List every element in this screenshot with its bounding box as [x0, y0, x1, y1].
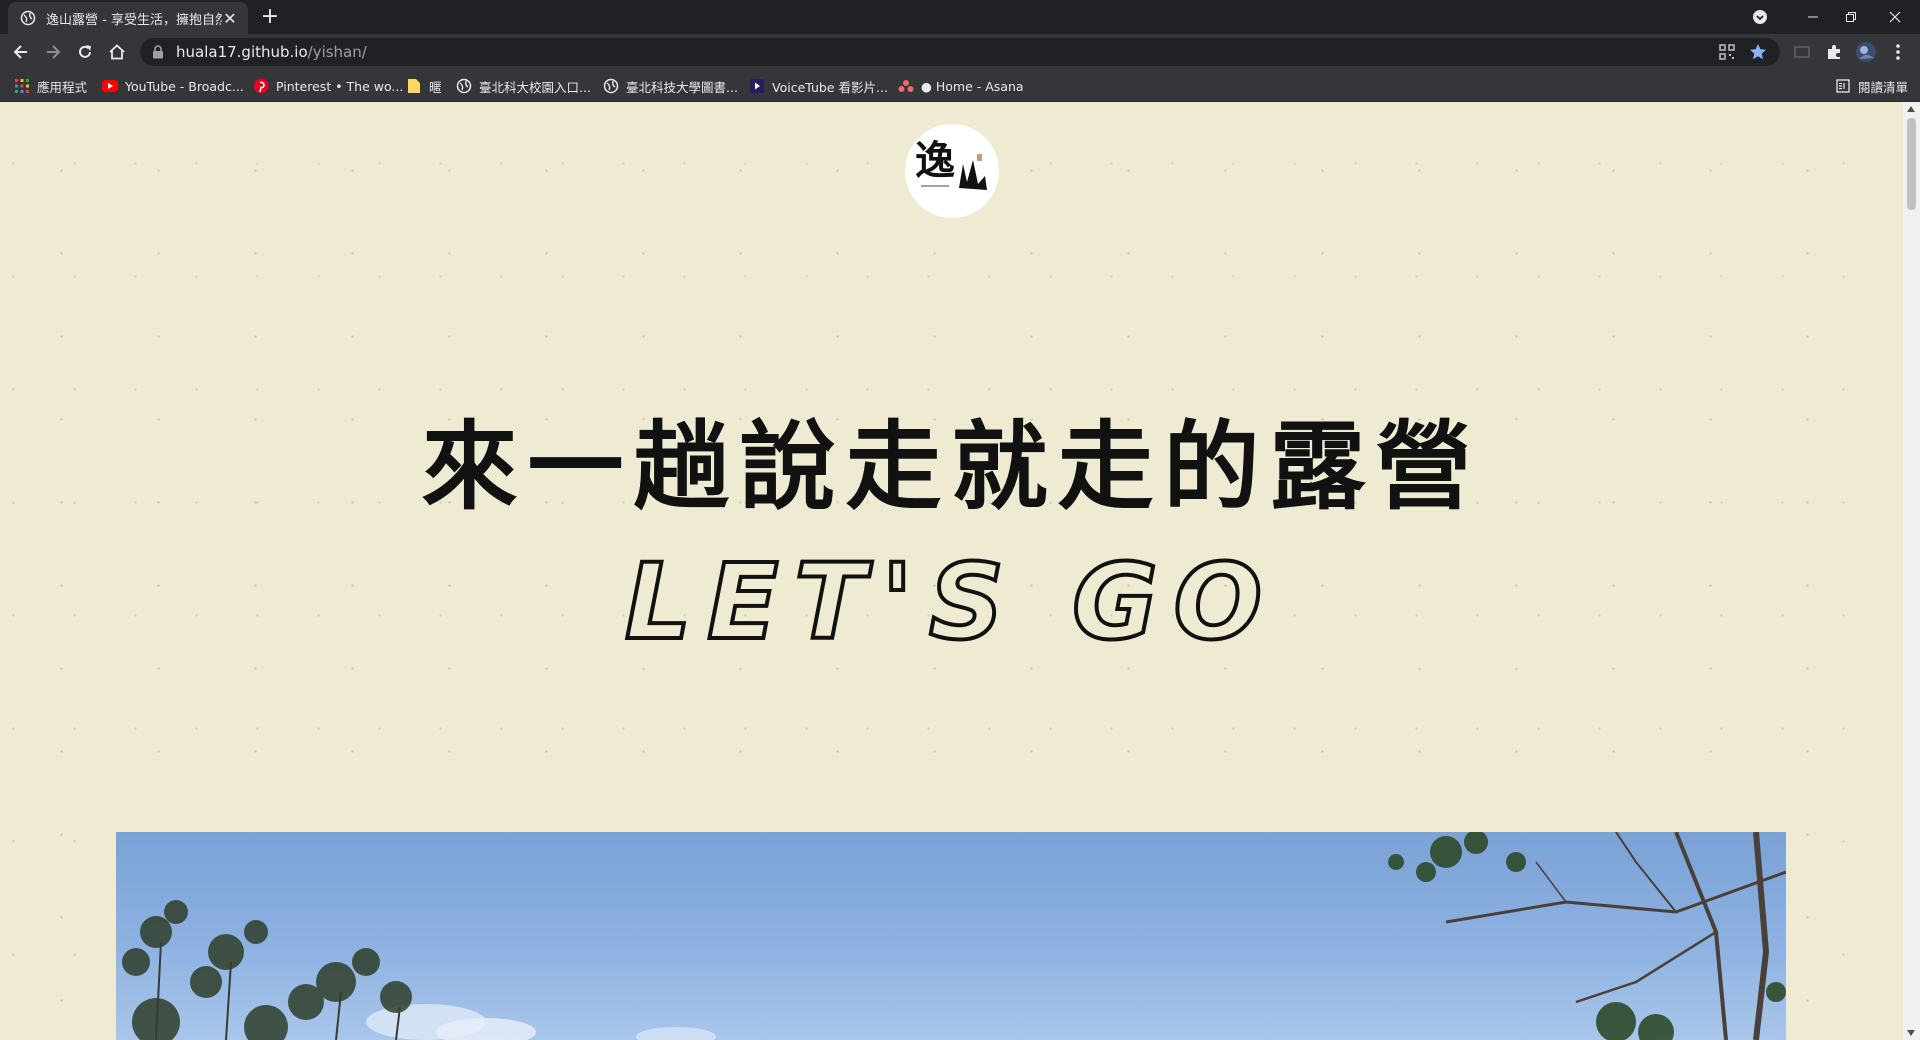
browser-tab-bar: 逸山露營 - 享受生活，擁抱自然 ✕ +	[0, 0, 1920, 34]
forward-button[interactable]	[41, 40, 65, 64]
scroll-up-arrow-icon[interactable]	[1907, 106, 1915, 112]
hero-subline: LET'S GO	[623, 540, 1278, 664]
page-scrollbar[interactable]	[1903, 102, 1920, 1040]
bookmark-label: Pinterest • The wo...	[276, 78, 404, 94]
folder-icon	[406, 78, 422, 94]
bookmark-label: YouTube - Broadc...	[125, 78, 244, 94]
reading-list-icon	[1835, 78, 1851, 94]
restore-button[interactable]	[1828, 0, 1874, 34]
voicetube-icon	[749, 78, 765, 94]
scrollbar-thumb[interactable]	[1907, 118, 1916, 210]
bookmark-label: 應用程式	[37, 79, 88, 95]
reading-list-button[interactable]: 閱讀清單	[1835, 76, 1908, 96]
cast-icon[interactable]	[1790, 40, 1814, 64]
bookmark-label: 暱	[429, 79, 442, 95]
globe-icon	[456, 78, 472, 94]
bookmark-pinterest[interactable]: Pinterest • The wo...	[253, 76, 403, 96]
qr-code-icon[interactable]	[1718, 43, 1736, 65]
bookmark-asana[interactable]: ● Home - Asana	[898, 76, 1024, 96]
hero-photo	[116, 832, 1786, 1040]
close-tab-icon[interactable]: ✕	[222, 9, 238, 28]
bookmark-ntut-library[interactable]: 臺北科技大學圖書...	[603, 76, 738, 96]
bookmark-youtube[interactable]: YouTube - Broadc...	[102, 76, 244, 96]
bookmarks-bar: 應用程式 YouTube - Broadc... Pinterest • The…	[0, 70, 1920, 102]
bookmark-ntut-portal[interactable]: 臺北科大校園入口...	[456, 76, 591, 96]
globe-icon	[603, 78, 619, 94]
home-button[interactable]	[105, 40, 129, 64]
back-arrow-icon	[13, 45, 27, 59]
browser-toolbar: huala17.github.io/yishan/	[0, 34, 1920, 70]
reload-button[interactable]	[73, 40, 97, 64]
tab-search-button[interactable]	[1748, 0, 1772, 34]
pinterest-icon	[253, 78, 269, 94]
hero-headline: 來一趟說走就走的露營	[421, 411, 1482, 523]
home-icon	[109, 44, 125, 60]
tab-title: 逸山露營 - 享受生活，擁抱自然	[46, 12, 222, 28]
bookmark-voicetube[interactable]: VoiceTube 看影片...	[749, 76, 888, 96]
forward-arrow-icon	[47, 45, 61, 59]
restore-icon	[1846, 12, 1856, 22]
reload-icon	[79, 45, 91, 58]
sky-trees-image	[122, 832, 1786, 1040]
bookmark-label: 臺北科技大學圖書...	[626, 79, 738, 95]
tab-search-icon	[1753, 10, 1767, 24]
lock-icon	[153, 45, 163, 59]
logo-character-yi: 逸	[915, 137, 955, 184]
browser-tab[interactable]: 逸山露營 - 享受生活，擁抱自然 ✕	[8, 2, 248, 34]
close-window-button[interactable]	[1872, 0, 1918, 34]
bookmark-folder[interactable]: 暱	[406, 76, 442, 96]
asana-icon	[898, 78, 914, 94]
youtube-icon	[102, 78, 118, 94]
bookmark-label: VoiceTube 看影片...	[772, 79, 888, 95]
new-tab-button[interactable]: +	[258, 6, 282, 30]
bookmark-star-icon[interactable]	[1748, 42, 1768, 66]
extensions-icon[interactable]	[1822, 40, 1846, 64]
close-icon	[1889, 11, 1901, 23]
back-button[interactable]	[9, 40, 33, 64]
bookmark-label: ● Home - Asana	[921, 78, 1024, 94]
menu-kebab-icon[interactable]	[1886, 40, 1910, 64]
url-text: huala17.github.io/yishan/	[176, 43, 367, 61]
scroll-down-arrow-icon[interactable]	[1907, 1030, 1915, 1036]
url-path: /yishan/	[307, 43, 367, 61]
yishan-logo-mark: 逸	[915, 137, 987, 190]
globe-icon	[20, 10, 36, 26]
bookmark-label: 臺北科大校園入口...	[479, 79, 591, 95]
site-logo[interactable]: 逸	[905, 124, 999, 218]
page-viewport: 逸 來一趟說走就走的露營 LET'S GO	[0, 102, 1903, 1040]
reading-list-label: 閱讀清單	[1858, 79, 1909, 95]
bookmark-apps[interactable]: 應用程式	[14, 76, 87, 96]
avatar-icon	[1856, 42, 1876, 62]
minimize-icon	[1808, 16, 1818, 18]
apps-grid-icon	[14, 78, 30, 94]
url-host: huala17.github.io	[176, 43, 308, 61]
profile-avatar[interactable]	[1854, 40, 1878, 64]
address-bar[interactable]: huala17.github.io/yishan/	[140, 38, 1780, 66]
